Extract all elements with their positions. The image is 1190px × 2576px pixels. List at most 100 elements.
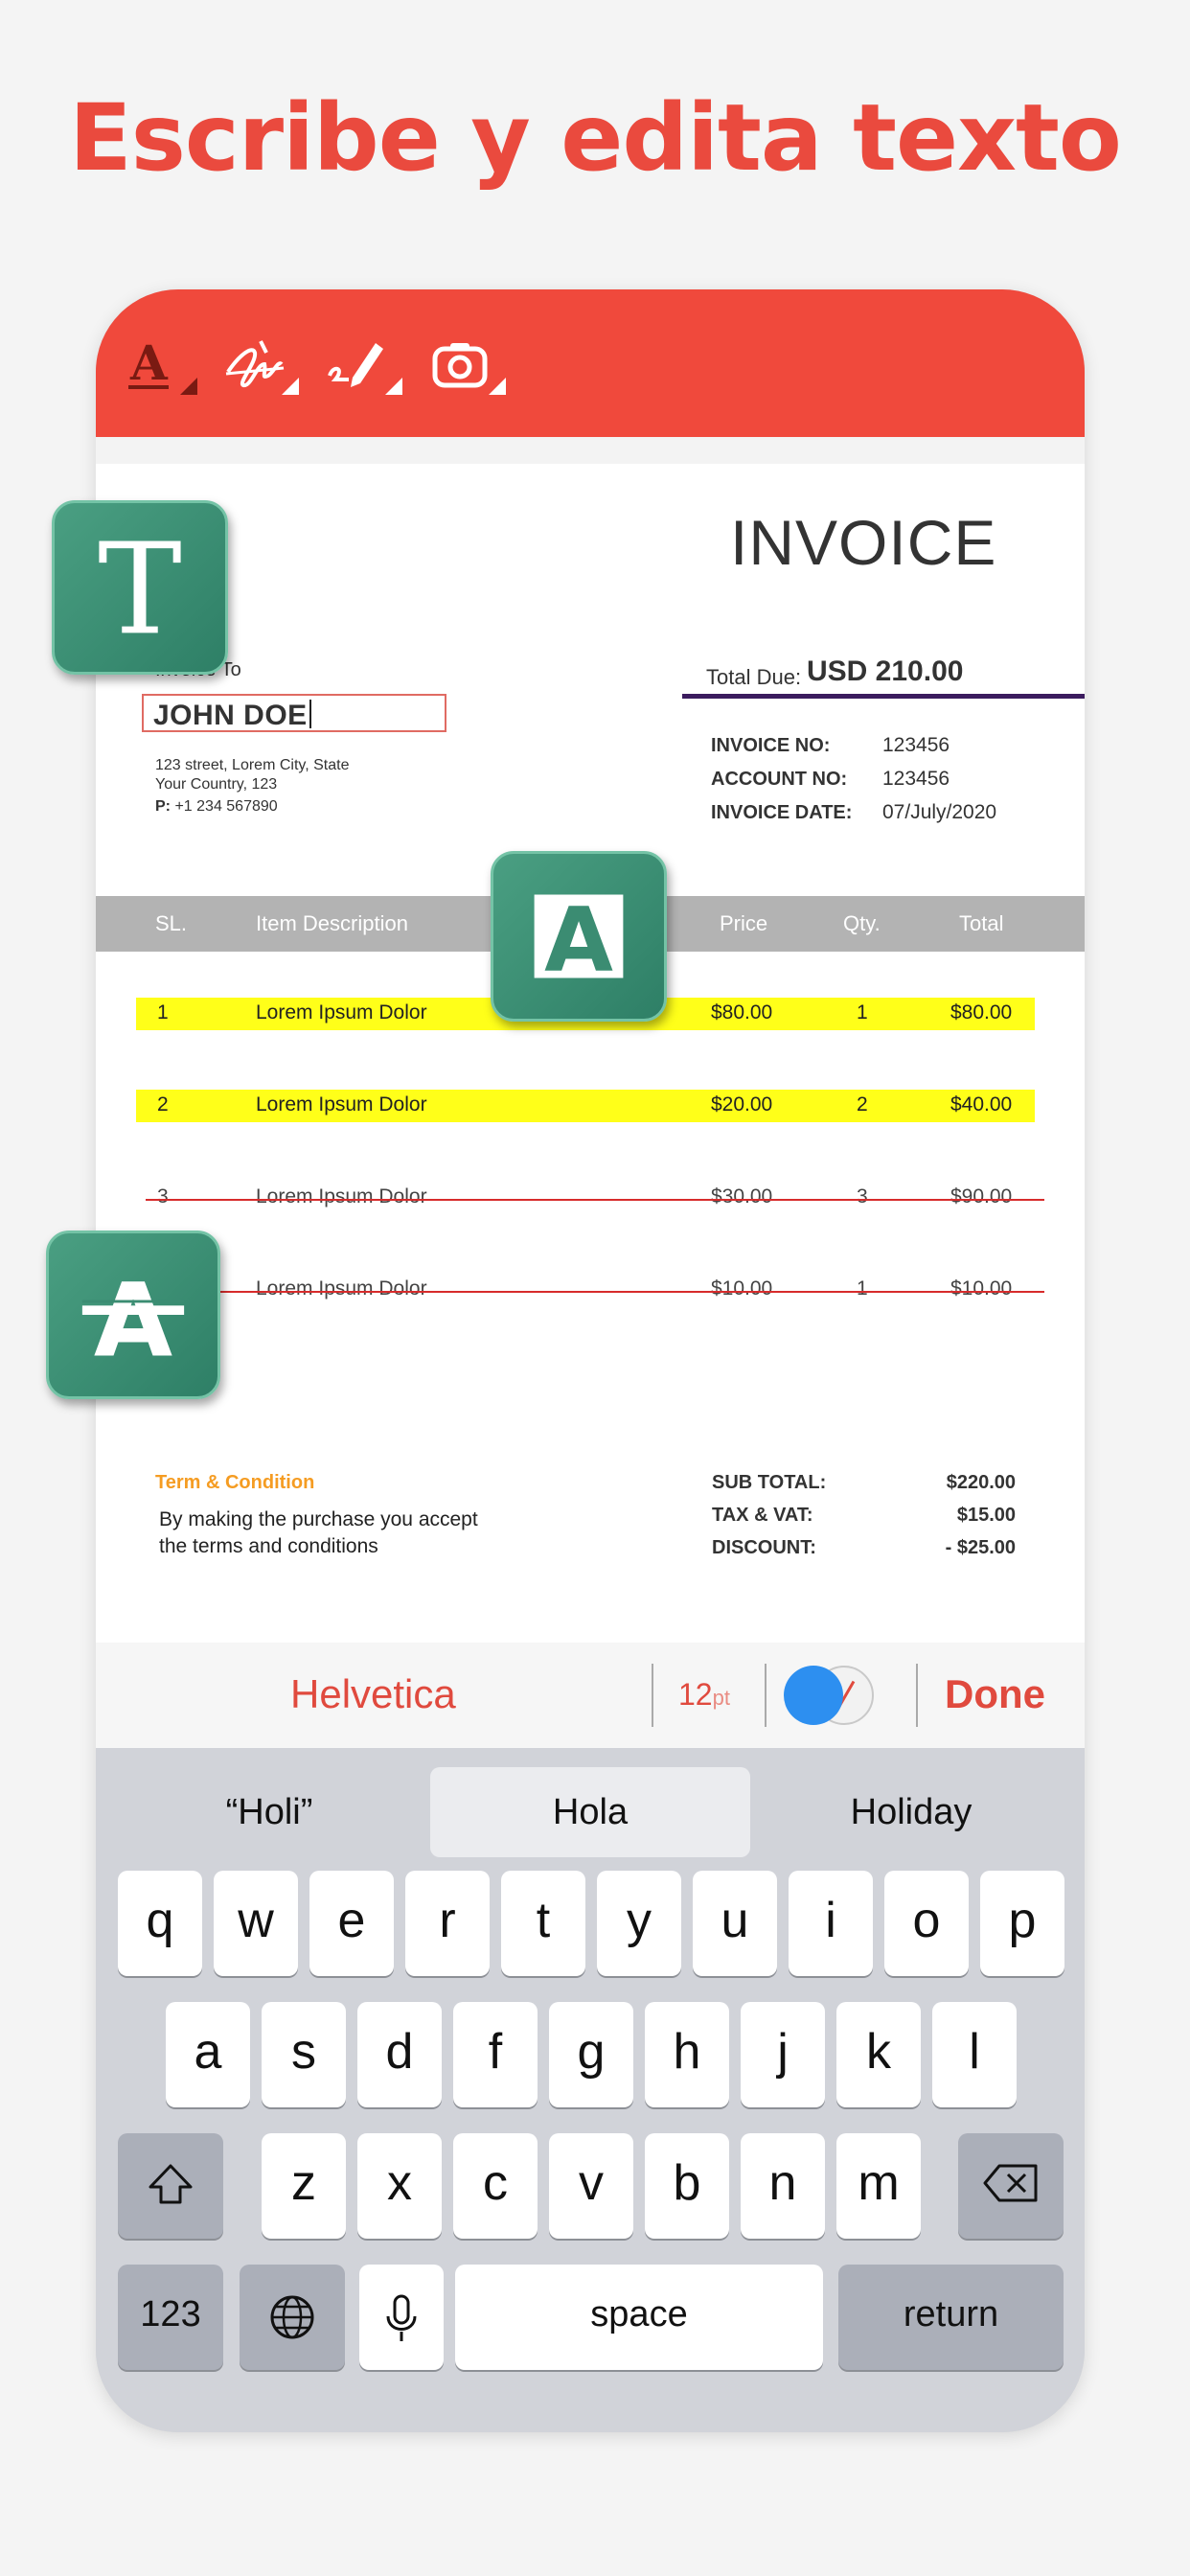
blue-color-swatch[interactable]	[784, 1666, 843, 1725]
key-a[interactable]: a	[166, 2002, 250, 2107]
suggestion-right[interactable]: Holiday	[751, 1767, 1071, 1857]
row-total: $90.00	[950, 1185, 1013, 1208]
highlight-tool-badge: A	[491, 851, 667, 1022]
signature-icon	[225, 340, 299, 395]
signature-tool-button[interactable]	[218, 326, 305, 412]
invoice-date-value: 07/July/2020	[882, 801, 997, 823]
key-u[interactable]: u	[693, 1871, 777, 1976]
suggestion-left[interactable]: “Holi”	[109, 1767, 429, 1857]
key-n[interactable]: n	[741, 2133, 825, 2239]
strikethrough-line	[146, 1291, 1044, 1293]
row-description: Lorem Ipsum Dolor	[256, 1185, 427, 1208]
table-row[interactable]: 3 Lorem Ipsum Dolor $30.00 3 $90.00	[136, 1182, 1035, 1214]
terms-line-1: By making the purchase you accept	[159, 1508, 478, 1530]
key-e[interactable]: e	[309, 1871, 394, 1976]
row-total: $10.00	[950, 1277, 1013, 1300]
key-r[interactable]: r	[405, 1871, 490, 1976]
strikethrough-a-icon: A	[81, 1262, 185, 1381]
row-price: $80.00	[711, 1001, 773, 1024]
table-row[interactable]: 2 Lorem Ipsum Dolor $20.00 2 $40.00	[136, 1090, 1035, 1122]
globe-icon	[270, 2295, 314, 2339]
key-h[interactable]: h	[645, 2002, 729, 2107]
key-y[interactable]: y	[597, 1871, 681, 1976]
key-c[interactable]: c	[453, 2133, 538, 2239]
key-o[interactable]: o	[884, 1871, 969, 1976]
row-price: $10.00	[711, 1277, 773, 1300]
font-size-picker[interactable]: 12pt	[678, 1677, 730, 1713]
return-key[interactable]: return	[838, 2265, 1064, 2370]
microphone-icon	[386, 2294, 417, 2341]
key-v[interactable]: v	[549, 2133, 633, 2239]
account-no-value: 123456	[882, 768, 950, 790]
key-l[interactable]: l	[932, 2002, 1017, 2107]
row-description: Lorem Ipsum Dolor	[256, 1093, 427, 1116]
row-qty: 2	[857, 1093, 868, 1116]
subtotal-value: $220.00	[946, 1472, 1016, 1493]
tax-value: $15.00	[956, 1505, 1016, 1526]
backspace-key[interactable]	[958, 2133, 1064, 2239]
total-due-divider	[682, 694, 1085, 699]
font-picker[interactable]: Helvetica	[290, 1671, 456, 1717]
highlight-a-icon: A	[534, 888, 624, 992]
key-b[interactable]: b	[645, 2133, 729, 2239]
format-bar: Helvetica 12pt Done	[96, 1643, 1085, 1748]
key-z[interactable]: z	[262, 2133, 346, 2239]
header-qty: Qty.	[843, 911, 881, 935]
phone-line: P: +1 234 567890	[155, 798, 278, 816]
discount-value: - $25.00	[945, 1537, 1016, 1558]
key-m[interactable]: m	[836, 2133, 921, 2239]
key-p[interactable]: p	[980, 1871, 1064, 1976]
svg-text:A: A	[544, 888, 613, 992]
shift-key[interactable]	[118, 2133, 223, 2239]
camera-tool-button[interactable]	[425, 326, 512, 412]
key-d[interactable]: d	[357, 2002, 442, 2107]
table-row[interactable]: 4 Lorem Ipsum Dolor $10.00 1 $10.00	[136, 1274, 1035, 1306]
backspace-icon	[983, 2164, 1038, 2202]
key-k[interactable]: k	[836, 2002, 921, 2107]
address-line-2: Your Country, 123	[155, 776, 278, 793]
key-q[interactable]: q	[118, 1871, 202, 1976]
svg-text:A: A	[129, 334, 169, 391]
customer-name-wrap: JOHN DOE	[153, 700, 311, 732]
key-f[interactable]: f	[453, 2002, 538, 2107]
row-qty: 1	[857, 1001, 868, 1024]
customer-name-textbox[interactable]: JOHN DOE	[142, 694, 446, 732]
row-sl: 3	[157, 1185, 169, 1208]
camera-icon	[432, 343, 506, 395]
key-s[interactable]: s	[262, 2002, 346, 2107]
font-size-value: 12	[678, 1677, 713, 1712]
pencil-icon	[328, 343, 402, 395]
space-key[interactable]: space	[455, 2265, 823, 2370]
microphone-key[interactable]	[359, 2265, 444, 2370]
numbers-key[interactable]: 123	[118, 2265, 223, 2370]
key-w[interactable]: w	[214, 1871, 298, 1976]
globe-key[interactable]	[240, 2265, 345, 2370]
divider	[652, 1664, 653, 1727]
row-sl: 2	[157, 1093, 169, 1116]
key-x[interactable]: x	[357, 2133, 442, 2239]
text-color-tool-button[interactable]: A	[117, 326, 203, 412]
text-caret	[309, 700, 311, 728]
key-g[interactable]: g	[549, 2002, 633, 2107]
row-description: Lorem Ipsum Dolor	[256, 1001, 427, 1024]
divider	[765, 1664, 767, 1727]
invoice-date-label: INVOICE DATE:	[711, 802, 853, 823]
done-button[interactable]: Done	[945, 1671, 1045, 1717]
invoice-no-label: INVOICE NO:	[711, 735, 831, 756]
phone-frame: A INVOICE To JOHN DOE 123 street, Lorem …	[96, 289, 1085, 2432]
customer-name: JOHN DOE	[153, 700, 308, 731]
terms-title: Term & Condition	[155, 1472, 315, 1493]
row-qty: 1	[857, 1277, 868, 1300]
terms-line-2: the terms and conditions	[159, 1535, 378, 1557]
pencil-tool-button[interactable]	[322, 326, 408, 412]
suggestion-center[interactable]: Hola	[430, 1767, 750, 1857]
divider	[916, 1664, 918, 1727]
invoice-document[interactable]: INVOICE Invoice To JOHN DOE 123 street, …	[96, 464, 1085, 1643]
key-t[interactable]: t	[501, 1871, 585, 1976]
row-qty: 3	[857, 1185, 868, 1208]
header-total: Total	[959, 911, 1004, 935]
key-i[interactable]: i	[789, 1871, 873, 1976]
key-j[interactable]: j	[741, 2002, 825, 2107]
address-line-1: 123 street, Lorem City, State	[155, 757, 350, 773]
text-tool-badge: T	[52, 500, 228, 675]
